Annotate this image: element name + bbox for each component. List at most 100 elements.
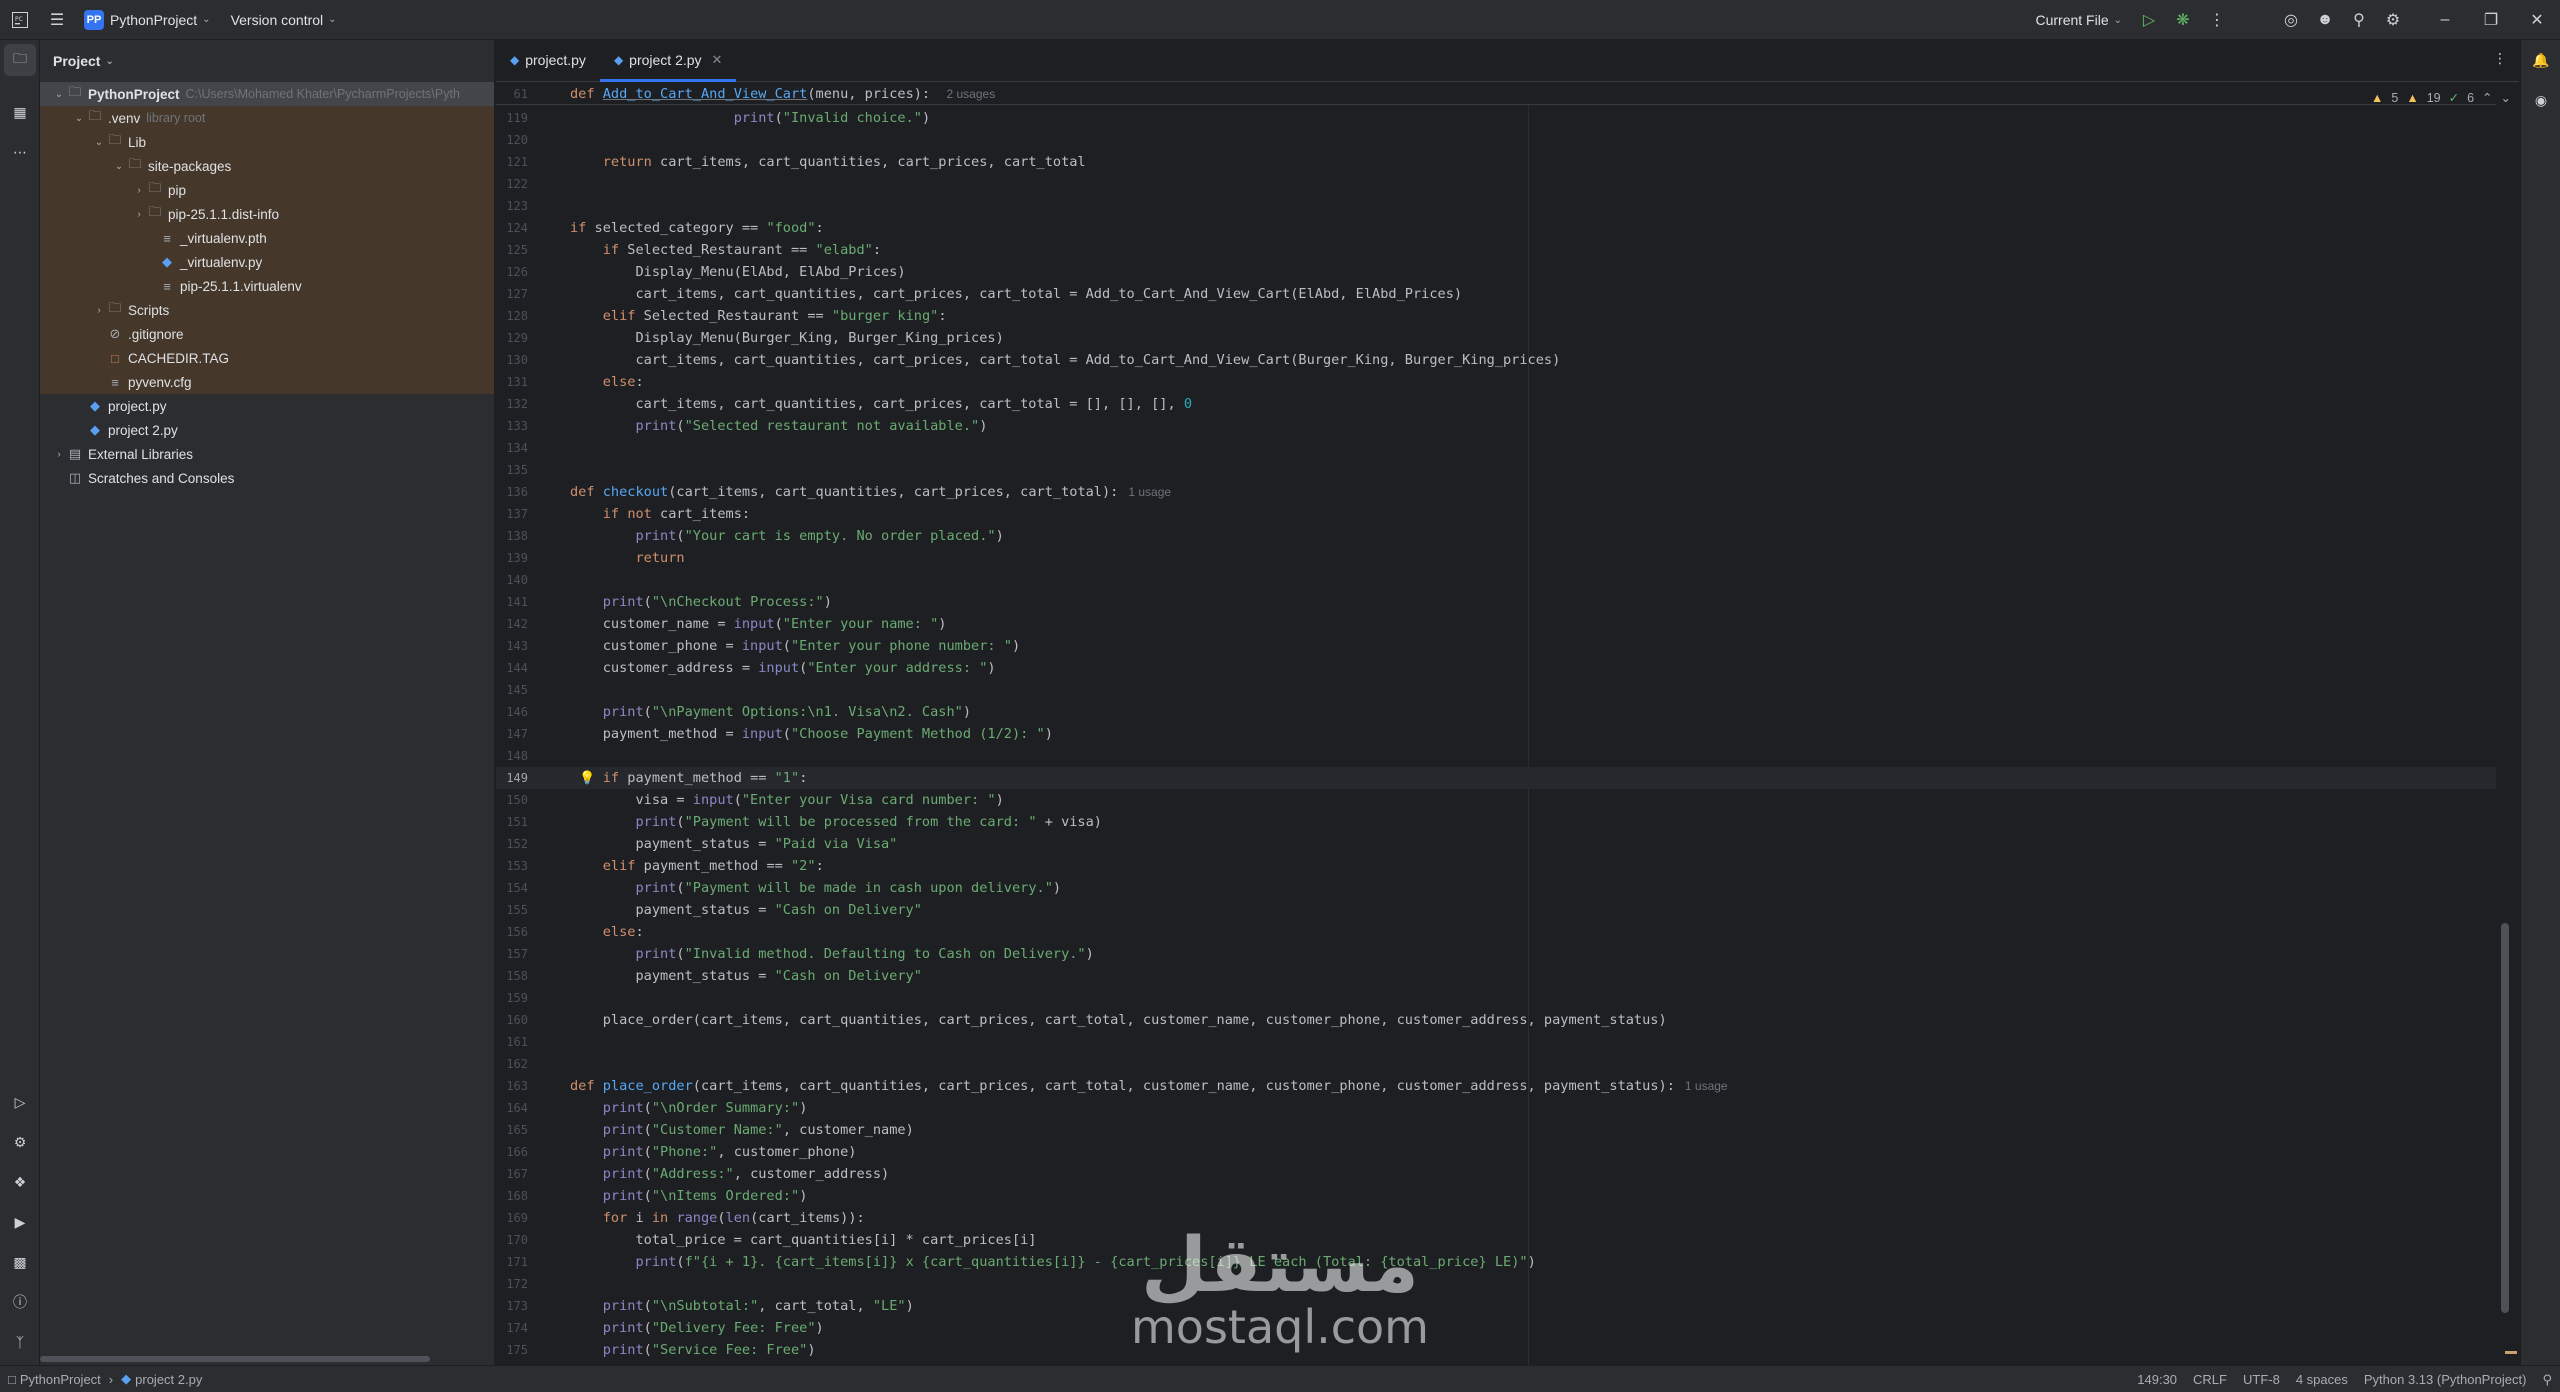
line-number[interactable]: 173 <box>496 1299 528 1313</box>
code-line[interactable]: 172 <box>496 1273 2496 1295</box>
chevron-down-icon[interactable]: ⌄ <box>112 161 126 172</box>
line-number[interactable]: 162 <box>496 1057 528 1071</box>
line-separator[interactable]: CRLF <box>2185 1372 2235 1387</box>
code-line[interactable]: 151 print("Payment will be processed fro… <box>496 811 2496 833</box>
code-line[interactable]: 165 print("Customer Name:", customer_nam… <box>496 1119 2496 1141</box>
line-number[interactable]: 166 <box>496 1145 528 1159</box>
vcs-menu[interactable]: Version control ⌄ <box>221 0 347 40</box>
line-number[interactable]: 124 <box>496 221 528 235</box>
python-packages-icon[interactable]: ⚙ <box>4 1126 36 1158</box>
interpreter-selector[interactable]: Python 3.13 (PythonProject) <box>2356 1372 2535 1387</box>
code-line[interactable]: 148 <box>496 745 2496 767</box>
line-number[interactable]: 158 <box>496 969 528 983</box>
tree-item[interactable]: ◆ project.py <box>40 394 494 418</box>
code-line[interactable]: 159 <box>496 987 2496 1009</box>
line-number[interactable]: 147 <box>496 727 528 741</box>
line-number[interactable]: 121 <box>496 155 528 169</box>
tree-item[interactable]: › ▤ External Libraries <box>40 442 494 466</box>
code-line[interactable]: 158 payment_status = "Cash on Delivery" <box>496 965 2496 987</box>
line-number[interactable]: 144 <box>496 661 528 675</box>
code-line[interactable]: 170 total_price = cart_quantities[i] * c… <box>496 1229 2496 1251</box>
minimize-icon[interactable]: – <box>2422 0 2468 40</box>
code-line[interactable]: 163 def place_order(cart_items, cart_quan… <box>496 1075 2496 1097</box>
line-number[interactable]: 132 <box>496 397 528 411</box>
line-number[interactable]: 161 <box>496 1035 528 1049</box>
code-line[interactable]: 140 <box>496 569 2496 591</box>
project-switcher[interactable]: PP PythonProject ⌄ <box>74 0 221 40</box>
restore-icon[interactable]: ❐ <box>2468 0 2514 40</box>
line-number[interactable]: 169 <box>496 1211 528 1225</box>
code-line[interactable]: 124 if selected_category == "food": <box>496 217 2496 239</box>
tab-project-2-py[interactable]: ◆ project 2.py ✕ <box>599 40 737 82</box>
code-line[interactable]: 133 print("Selected restaurant not avail… <box>496 415 2496 437</box>
code-line[interactable]: 146 print("\nPayment Options:\n1. Visa\n… <box>496 701 2496 723</box>
chevron-right-icon[interactable]: › <box>52 449 66 460</box>
line-number[interactable]: 151 <box>496 815 528 829</box>
code-line[interactable]: 130 cart_items, cart_quantities, cart_pr… <box>496 349 2496 371</box>
code-line[interactable]: 166 print("Phone:", customer_phone) <box>496 1141 2496 1163</box>
run-icon[interactable]: ▷ <box>2132 0 2166 40</box>
line-number[interactable]: 136 <box>496 485 528 499</box>
indent-setting[interactable]: 4 spaces <box>2288 1372 2356 1387</box>
line-number[interactable]: 160 <box>496 1013 528 1027</box>
python-console-icon[interactable]: ❖ <box>4 1166 36 1198</box>
code-line[interactable]: 157 print("Invalid method. Defaulting to… <box>496 943 2496 965</box>
services-icon[interactable]: ▶ <box>4 1206 36 1238</box>
breadcrumb-file[interactable]: project 2.py <box>135 1372 202 1387</box>
notifications-bell-icon[interactable]: 🔔 <box>2525 44 2557 76</box>
tree-item[interactable]: ◆ _virtualenv.py <box>40 250 494 274</box>
caret-position[interactable]: 149:30 <box>2129 1372 2185 1387</box>
line-number[interactable]: 123 <box>496 199 528 213</box>
code-line[interactable]: 139 return <box>496 547 2496 569</box>
code-line[interactable]: 122 <box>496 173 2496 195</box>
code-line[interactable]: 145 <box>496 679 2496 701</box>
code-line[interactable]: 168 print("\nItems Ordered:") <box>496 1185 2496 1207</box>
code-line[interactable]: 137 if not cart_items: <box>496 503 2496 525</box>
chevron-right-icon[interactable]: › <box>92 305 106 316</box>
line-number[interactable]: 137 <box>496 507 528 521</box>
line-number[interactable]: 168 <box>496 1189 528 1203</box>
ai-assistant-icon[interactable]: ◎ <box>2274 0 2308 40</box>
line-number[interactable]: 142 <box>496 617 528 631</box>
add-user-icon[interactable]: ☻ <box>2308 0 2342 40</box>
code-line[interactable]: 144 customer_address = input("Enter your… <box>496 657 2496 679</box>
main-menu-icon[interactable]: ☰ <box>40 0 74 40</box>
line-number[interactable]: 143 <box>496 639 528 653</box>
line-number[interactable]: 122 <box>496 177 528 191</box>
debug-icon[interactable]: ❋ <box>2166 0 2200 40</box>
project-folder-icon[interactable]: 🗀 <box>4 44 36 76</box>
tree-item[interactable]: ⌄ 🗀 Lib <box>40 130 494 154</box>
close-icon[interactable]: ✕ <box>2514 0 2560 40</box>
git-icon[interactable]: ᛉ <box>4 1326 36 1358</box>
code-line[interactable]: 162 <box>496 1053 2496 1075</box>
line-number[interactable]: 129 <box>496 331 528 345</box>
chevron-down-icon[interactable]: ⌄ <box>52 89 66 100</box>
problems-icon[interactable]: ⓘ <box>4 1286 36 1318</box>
line-number[interactable]: 120 <box>496 133 528 147</box>
terminal-icon[interactable]: ▩ <box>4 1246 36 1278</box>
line-number[interactable]: 119 <box>496 111 528 125</box>
line-number[interactable]: 156 <box>496 925 528 939</box>
code-line[interactable]: 160 place_order(cart_items, cart_quantit… <box>496 1009 2496 1031</box>
code-line[interactable]: 171 print(f"{i + 1}. {cart_items[i]} x {… <box>496 1251 2496 1273</box>
vertical-scrollbar[interactable] <box>2501 923 2509 1313</box>
code-line[interactable]: 155 payment_status = "Cash on Delivery" <box>496 899 2496 921</box>
tree-item[interactable]: › 🗀 Scripts <box>40 298 494 322</box>
close-tab-icon[interactable]: ✕ <box>712 52 723 68</box>
code-line[interactable]: 119 print("Invalid choice.") <box>496 107 2496 129</box>
usages-hint[interactable]: 1 usage <box>1128 485 1171 499</box>
code-line[interactable]: 131 else: <box>496 371 2496 393</box>
code-line[interactable]: 121 return cart_items, cart_quantities, … <box>496 151 2496 173</box>
tree-item[interactable]: □ CACHEDIR.TAG <box>40 346 494 370</box>
line-number[interactable]: 148 <box>496 749 528 763</box>
code-line[interactable]: 132 cart_items, cart_quantities, cart_pr… <box>496 393 2496 415</box>
inspections-widget[interactable]: ▲ 5 ▲ 19 ✓ 6 ⌃ ⌄ <box>2371 90 2511 106</box>
code-line[interactable]: 147 payment_method = input("Choose Payme… <box>496 723 2496 745</box>
line-number[interactable]: 131 <box>496 375 528 389</box>
code-line[interactable]: 173 print("\nSubtotal:", cart_total, "LE… <box>496 1295 2496 1317</box>
line-number[interactable]: 175 <box>496 1343 528 1357</box>
code-line[interactable]: 123 <box>496 195 2496 217</box>
line-number[interactable]: 135 <box>496 463 528 477</box>
code-line[interactable]: 128 elif Selected_Restaurant == "burger … <box>496 305 2496 327</box>
structure-icon[interactable]: ▦ <box>4 96 36 128</box>
